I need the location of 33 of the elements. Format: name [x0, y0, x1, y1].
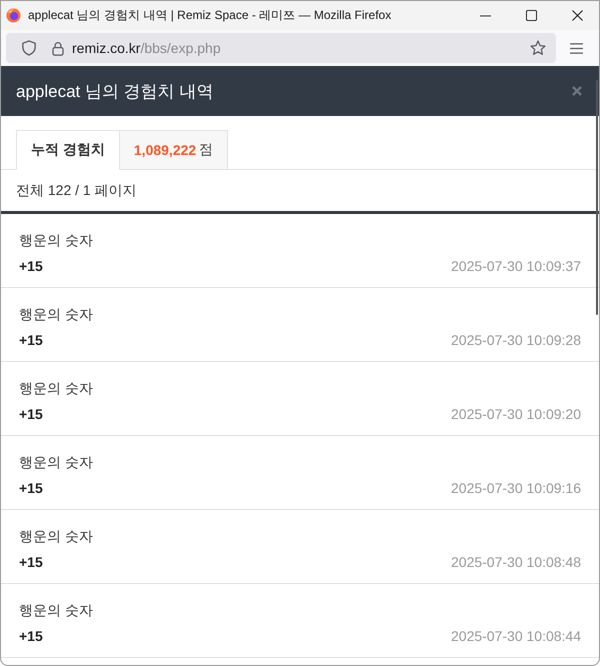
- lock-icon[interactable]: [52, 40, 64, 56]
- date-time-text: 2025-07-30 10:09:20: [451, 406, 581, 422]
- tab[interactable]: 누적 경험치: [16, 130, 120, 170]
- star-icon[interactable]: [530, 40, 546, 56]
- points-text: +15: [19, 628, 43, 644]
- date-time-text: 2025-07-30 10:09:28: [451, 332, 581, 348]
- entry-title: 행운의 숫자: [19, 527, 94, 546]
- browser-logo-icon: [6, 8, 21, 23]
- points-text: +15: [19, 258, 43, 274]
- url-text[interactable]: remiz.co.kr/bbs/exp.php: [72, 40, 221, 56]
- date-time-text: 2025-07-30 10:09:16: [451, 480, 581, 496]
- close-icon[interactable]: [572, 10, 583, 21]
- points-text: +15: [19, 480, 43, 496]
- points-text: +15: [19, 554, 43, 570]
- points-text: +15: [19, 406, 43, 422]
- entry-title: 행운의 숫자: [19, 379, 94, 398]
- total-count-text: 전체 122 / 1 페이지: [1, 170, 599, 214]
- address-bar[interactable]: remiz.co.kr/bbs/exp.php: [6, 33, 556, 63]
- date-time-text: 2025-07-30 10:08:44: [451, 628, 581, 644]
- menu-icon[interactable]: [570, 42, 583, 54]
- entry-title: 행운의 숫자: [19, 453, 94, 472]
- points-text: +15: [19, 332, 43, 348]
- dialog-title: applecat 님의 경험치 내역: [16, 80, 214, 102]
- shield-icon[interactable]: [22, 40, 36, 56]
- scrollbar-thumb[interactable]: [596, 80, 598, 315]
- date-time-text: 2025-07-30 10:08:48: [451, 554, 581, 570]
- date-time-text: 2025-07-30 10:09:37: [451, 258, 581, 274]
- window-title: applecat 님의 경험치 내역 | Remiz Space - 레미쯔 — Mozilla Firefox: [28, 7, 392, 24]
- total-points-tab[interactable]: 1,089,222 점: [120, 130, 228, 170]
- maximize-icon[interactable]: [526, 10, 537, 21]
- entry-title: 행운의 숫자: [19, 231, 94, 250]
- entry-title: 행운의 숫자: [19, 601, 94, 620]
- entry-title: 행운의 숫자: [19, 305, 94, 324]
